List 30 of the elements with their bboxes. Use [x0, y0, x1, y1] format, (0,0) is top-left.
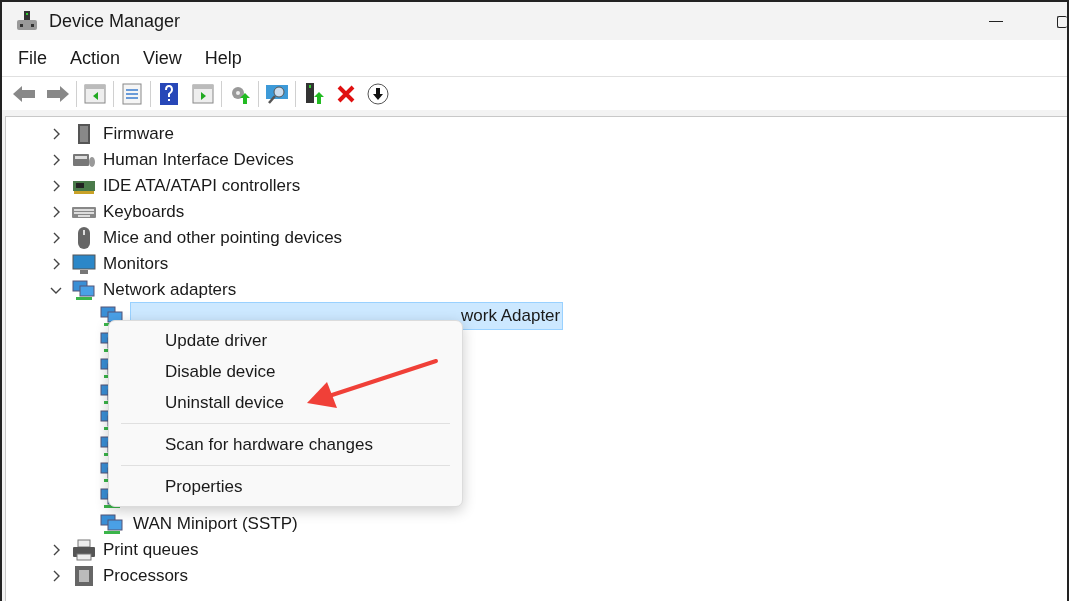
- tree-item[interactable]: Network adapters: [103, 277, 237, 303]
- help-button[interactable]: [157, 81, 181, 106]
- tree-item[interactable]: Mice and other pointing devices: [103, 225, 343, 251]
- window-title: Device Manager: [49, 9, 181, 33]
- console-tree-button[interactable]: [83, 81, 107, 106]
- tree-item[interactable]: WAN Miniport (SSTP): [130, 510, 301, 538]
- menu-item[interactable]: View: [143, 44, 182, 72]
- device-manager-icon: [16, 10, 38, 32]
- processor-icon: [72, 565, 96, 587]
- network-computers-icon: [100, 513, 124, 535]
- monitor-icon: [72, 253, 96, 275]
- network-computers-icon: [72, 279, 96, 301]
- menu-item[interactable]: Help: [204, 44, 242, 72]
- tree-item[interactable]: Processors: [103, 563, 189, 589]
- menu-item[interactable]: Uninstall device: [109, 387, 462, 418]
- tree-item[interactable]: Firmware: [103, 121, 174, 147]
- tree-item[interactable]: Human Interface Devices: [103, 147, 294, 173]
- menu-item[interactable]: Scan for hardware changes: [109, 429, 462, 460]
- menu-item[interactable]: Properties: [109, 471, 462, 502]
- menu-item[interactable]: Action: [70, 44, 121, 72]
- action-pane-button[interactable]: [191, 81, 215, 106]
- tree-item[interactable]: Print queues: [103, 537, 199, 563]
- tree-item[interactable]: IDE ATA/ATAPI controllers: [103, 173, 301, 199]
- menu-item[interactable]: Disable device: [109, 356, 462, 387]
- printer-icon: [72, 539, 96, 561]
- menu-item[interactable]: File: [18, 44, 47, 72]
- download-button[interactable]: [366, 81, 390, 106]
- tree-item[interactable]: Keyboards: [103, 199, 185, 225]
- tree-item[interactable]: Monitors: [103, 251, 169, 277]
- properties-button[interactable]: [120, 81, 144, 106]
